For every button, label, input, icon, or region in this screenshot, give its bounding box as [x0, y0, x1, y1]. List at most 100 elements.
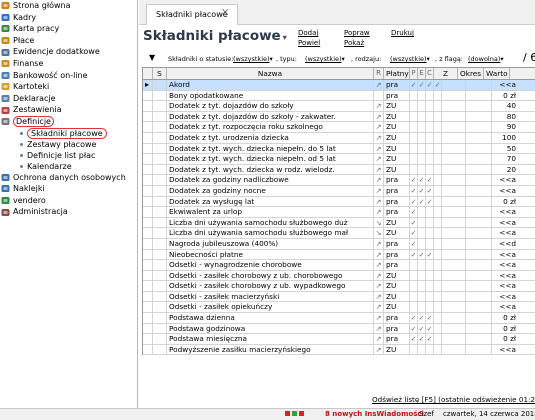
status-red-icon: [285, 411, 290, 416]
refresh-link[interactable]: Odśwież listę [F5] (ostatnie odświeżenie…: [372, 395, 535, 404]
sidebar-subitem-0[interactable]: Składniki płacowe: [0, 127, 137, 139]
table-row[interactable]: Ekwiwalent za urlop ↗ pra ✓ <<a: [143, 207, 535, 218]
sidebar-subitem-1[interactable]: Zestawy płacowe: [0, 139, 137, 150]
cell-p: [410, 122, 418, 132]
edit-link[interactable]: Popraw: [344, 29, 370, 37]
table-row[interactable]: Odsetki - zasiłek chorobowy z ub. chorob…: [143, 270, 535, 282]
table-row[interactable]: Liczba dni używania samochodu służbowego…: [143, 217, 535, 229]
vendero-icon: [1, 196, 10, 205]
column-header-7[interactable]: C: [426, 68, 434, 79]
sidebar-item-karta-pracy[interactable]: Karta pracy: [0, 23, 137, 35]
cell-name: Dodatek z tyt. wych. dziecka w rodz. wie…: [167, 164, 374, 175]
cell-okres1: [442, 344, 466, 355]
filter-type-select[interactable]: (wszystkie)▾: [305, 55, 345, 63]
sidebar-item-kartoteki[interactable]: Kartoteki: [0, 81, 137, 93]
sidebar-subitem-3[interactable]: Kalendarze: [0, 161, 137, 172]
row-indicator: [143, 270, 153, 281]
coins-icon: [1, 59, 10, 68]
sidebar-subitem-2[interactable]: Definicje list płac: [0, 150, 137, 161]
column-header-0[interactable]: [143, 68, 153, 79]
table-row[interactable]: Dodatek z tyt. dojazdów do szkoły - zakw…: [143, 111, 535, 123]
cell-c: [426, 270, 434, 281]
column-header-6[interactable]: E: [418, 68, 426, 79]
sidebar-item-p-ace[interactable]: Płace: [0, 35, 137, 47]
current-date: czwartek, 14 czerwca 2018: [443, 410, 535, 418]
cell-c: [426, 101, 434, 111]
table-row[interactable]: Dodatek z tyt. dojazdów do szkoły ↗ ZU 40: [143, 101, 535, 112]
cell-okres1: [442, 164, 466, 175]
cell-status: [153, 260, 167, 270]
cell-e: [418, 132, 426, 143]
cell-z: [434, 228, 442, 238]
column-header-1[interactable]: S: [153, 68, 167, 79]
table-row[interactable]: Podstawa dzienna ↗ pra ✓ ✓ ✓ 0 zł: [143, 313, 535, 324]
table-row[interactable]: Dodatek z tyt. wych. dziecka niepełn. do…: [143, 143, 535, 155]
column-header-2[interactable]: Nazwa: [167, 68, 374, 79]
cell-r: ↘: [374, 228, 384, 238]
sidebar-item-vendero[interactable]: vendero: [0, 195, 137, 207]
sidebar-item-deklaracje[interactable]: Deklaracje: [0, 93, 137, 105]
cell-status: [153, 281, 167, 291]
filter-flag-select[interactable]: (dowolna)▾: [468, 55, 504, 63]
table-row[interactable]: Bony opodatkowane pra 0 zł: [143, 90, 535, 102]
sidebar-item-zestawienia[interactable]: Zestawienia: [0, 104, 137, 116]
sidebar-item-kadry[interactable]: Kadry: [0, 12, 137, 24]
table-row[interactable]: Nagroda jubileuszowa (400%) ↗ pra ✓ <<d: [143, 238, 535, 250]
table-row[interactable]: Dodatek z tyt. wych. dziecka niepełn. od…: [143, 154, 535, 165]
cell-name: Bony opodatkowane: [167, 90, 374, 101]
show-link[interactable]: Pokaż: [344, 39, 364, 47]
table-row[interactable]: Podstawa godzinowa ↗ pra ✓ ✓ ✓ 0 zł: [143, 323, 535, 335]
sidebar-item-definicje[interactable]: Definicje: [0, 116, 137, 128]
column-header-10[interactable]: Warto: [484, 68, 510, 79]
table-row[interactable]: Dodatek za wysługę lat ↗ pra ✓ ✓ ✓ 0 zł: [143, 196, 535, 208]
table-row[interactable]: Dodatek z tyt. urodzenia dziecka ↗ ZU 100: [143, 132, 535, 144]
table-row[interactable]: Liczba dni używania samochodu służbowego…: [143, 228, 535, 239]
table-row[interactable]: Odsetki - zasiłek macierzyński ↗ ZU <<a: [143, 291, 535, 303]
sidebar-item-ewidencje-dodatkowe[interactable]: Ewidencje dodatkowe: [0, 46, 137, 58]
table-row[interactable]: Nieobecności płatne ↗ pra ✓ ✓ ✓ <<a: [143, 249, 535, 261]
column-header-8[interactable]: Z: [434, 68, 458, 79]
column-header-9[interactable]: Okres: [458, 68, 484, 79]
duplicate-link[interactable]: Powiel: [298, 39, 320, 47]
notifications-link[interactable]: 8 nowych InsWiadomości: [325, 409, 424, 420]
cell-wartosc: <<d: [499, 238, 516, 248]
table-row[interactable]: Dodatek za godziny nocne ↗ pra ✓ ✓ ✓ <<a: [143, 185, 535, 197]
cell-c: [426, 217, 434, 228]
cell-r: ↗: [374, 207, 384, 217]
cell-okres2: [466, 313, 492, 323]
table-row[interactable]: Podstawa miesięczna ↗ pra ✓ ✓ ✓ 0 zł: [143, 334, 535, 345]
tab-bar: Składniki płacowe ×: [139, 0, 535, 25]
column-header-3[interactable]: R: [374, 68, 384, 79]
table-row[interactable]: ▸ Akord ↗ pra ✓ ✓ ✓ ✓ <<a: [143, 80, 535, 91]
add-link[interactable]: Dodaj: [298, 29, 318, 37]
column-header-5[interactable]: P: [410, 68, 418, 79]
sidebar-item-administracja[interactable]: Administracja: [0, 206, 137, 218]
table-row[interactable]: Dodatek za godziny nadliczbowe ↗ pra ✓ ✓ ✓ <<a: [143, 175, 535, 186]
cell-p: [410, 132, 418, 143]
print-link[interactable]: Drukuj: [391, 29, 414, 37]
cell-okres2: [466, 185, 492, 196]
page-title[interactable]: Składniki płacowe ▾: [143, 28, 287, 44]
tab-close-icon[interactable]: ×: [221, 7, 229, 18]
sidebar-item-ochrona-danych-osobowych[interactable]: Ochrona danych osobowych: [0, 172, 137, 184]
filter-status-select[interactable]: (wszystkie)▾: [233, 55, 273, 63]
cell-platny: ZU: [384, 281, 410, 291]
table-row[interactable]: Odsetki - zasiłek chorobowy z ub. wypadk…: [143, 281, 535, 292]
main-panel: Składniki płacowe × Składniki płacowe ▾ D…: [139, 0, 535, 408]
cell-okres2: [466, 111, 492, 122]
table-row[interactable]: Dodatek z tyt. rozpoczęcia roku szkolneg…: [143, 122, 535, 133]
table-row[interactable]: Odsetki - zasiłek opiekuńczy ↗ ZU <<a: [143, 302, 535, 314]
filter-toggle-icon[interactable]: ▼: [149, 53, 155, 62]
sidebar-item-bankowo-on-line[interactable]: Bankowość on-line: [0, 70, 137, 82]
cell-okres1: [442, 281, 466, 291]
table-row[interactable]: Podwyższenie zasiłku macierzyńskiego ↗ ZU <…: [143, 344, 535, 356]
tag-icon: [1, 184, 10, 193]
table-row[interactable]: Odsetki - wynagrodzenie chorobowe ↗ pra <<a: [143, 260, 535, 271]
column-header-4[interactable]: Płatny: [384, 68, 410, 79]
filter-kind-select[interactable]: (wszystkie)▾: [390, 55, 430, 63]
sidebar-item-finanse[interactable]: Finanse: [0, 58, 137, 70]
table-row[interactable]: Dodatek z tyt. wych. dziecka w rodz. wie…: [143, 164, 535, 176]
cell-okres2: [466, 80, 492, 90]
sidebar-item-strona-g-wna[interactable]: Strona główna: [0, 0, 137, 12]
sidebar-item-naklejki[interactable]: Naklejki: [0, 183, 137, 195]
